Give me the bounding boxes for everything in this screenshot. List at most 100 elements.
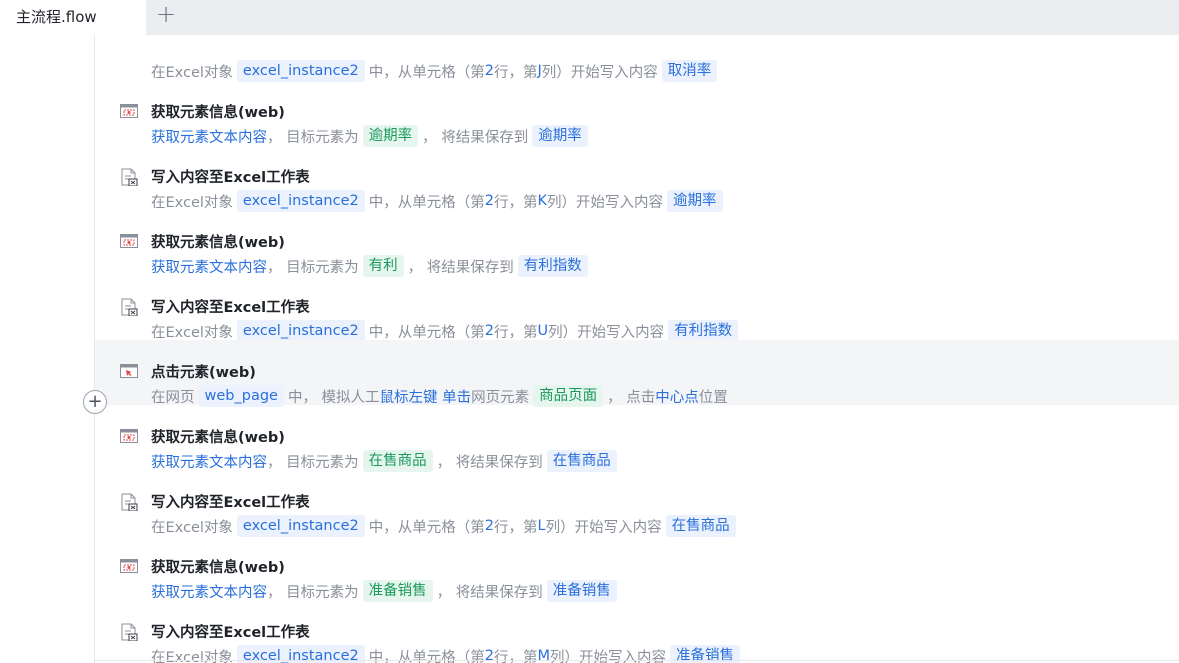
element-chip[interactable]: 在售商品 xyxy=(362,450,433,472)
step-description: 在Excel对象 excel_instance2 中，从单元格（第 2 行，第 J 列）开始… xyxy=(151,60,721,82)
variable-chip[interactable]: 在售商品 xyxy=(546,450,617,472)
flow-step-row[interactable]: 39写入内容至Excel工作表在Excel对象excel_instance2中，… xyxy=(95,145,1179,212)
flow-step-row[interactable]: 46写入内容至Excel工作表在Excel对象excel_instance2中，… xyxy=(95,600,1179,663)
click-action: 鼠标左键 单击 xyxy=(379,389,472,406)
variable-chip[interactable]: 取消率 xyxy=(661,60,718,82)
column-letter: L xyxy=(537,518,546,534)
flow-step-row[interactable]: 43获取元素信息(web)获取元素文本内容， 目标元素为在售商品， 将结果保存到… xyxy=(95,405,1179,472)
desc-text: 列）开始写入内容 xyxy=(547,194,663,211)
element-chip[interactable]: 逾期率 xyxy=(362,125,419,147)
line-number-gutter xyxy=(0,35,95,663)
step-description: 在Excel对象 excel_instance2 中，从单元格（第 2 行，第 K 列）开始… xyxy=(151,190,727,212)
step-title: 写入内容至Excel工作表 xyxy=(151,495,310,511)
element-chip[interactable]: 准备销售 xyxy=(362,580,433,602)
desc-text: ， 将结果保存到 xyxy=(407,259,514,276)
browser-window-icon xyxy=(120,428,138,444)
flow-step-list: 37在Excel对象excel_instance2中，从单元格（第2行，第J列）… xyxy=(95,35,1179,663)
desc-text: 位置 xyxy=(698,389,728,406)
row-number: 2 xyxy=(484,323,494,339)
desc-text: ， 点击 xyxy=(607,389,656,406)
variable-chip[interactable]: 逾期率 xyxy=(532,125,588,147)
row-number: 2 xyxy=(484,63,494,79)
variable-chip[interactable]: 逾期率 xyxy=(667,190,723,212)
desc-text: 行，第 xyxy=(493,194,538,211)
step-title: 获取元素信息(web) xyxy=(151,105,285,121)
action-type: 获取元素文本内容 xyxy=(151,584,267,601)
flow-step-row[interactable]: 42点击元素(web)在网页web_page中， 模拟人工鼠标左键 单击网页元素… xyxy=(95,340,1179,407)
flow-step-row[interactable]: 38获取元素信息(web)获取元素文本内容， 目标元素为逾期率， 将结果保存到逾… xyxy=(95,80,1179,147)
element-chip[interactable]: 有利 xyxy=(362,255,404,277)
step-description: 在网页 web_page 中， 模拟人工 鼠标左键 单击 网页元素 商品页面， 点击 中心点… xyxy=(151,385,728,407)
desc-text: ， 目标元素为 xyxy=(267,584,359,601)
desc-text: ， 将结果保存到 xyxy=(422,129,529,146)
excel-file-icon xyxy=(120,168,138,187)
step-description: 在Excel对象 excel_instance2 中，从单元格（第 2 行，第 U 列）开始… xyxy=(151,320,742,342)
desc-text: 列）开始写入内容 xyxy=(545,519,662,536)
row-number: 2 xyxy=(484,518,494,534)
excel-file-icon xyxy=(120,298,138,317)
desc-text: 中，从单元格（第 xyxy=(368,519,485,536)
tab-main-flow[interactable]: 主流程.flow xyxy=(0,0,146,35)
variable-chip[interactable]: 有利指数 xyxy=(517,255,588,277)
desc-text: ， 目标元素为 xyxy=(267,129,359,146)
desc-text: 行，第 xyxy=(493,64,538,81)
browser-window-icon xyxy=(120,103,138,119)
step-description: 获取元素文本内容， 目标元素为 在售商品， 将结果保存到 在售商品 xyxy=(151,450,621,472)
variable-chip[interactable]: excel_instance2 xyxy=(236,190,365,212)
desc-text: ， 目标元素为 xyxy=(267,259,359,276)
action-type: 获取元素文本内容 xyxy=(151,259,267,276)
variable-chip[interactable]: excel_instance2 xyxy=(236,515,365,537)
step-description: 获取元素文本内容， 目标元素为 逾期率， 将结果保存到 逾期率 xyxy=(151,125,592,147)
column-letter: K xyxy=(537,193,547,209)
step-description: 获取元素文本内容， 目标元素为 准备销售， 将结果保存到 准备销售 xyxy=(151,580,621,602)
variable-chip[interactable]: excel_instance2 xyxy=(236,60,365,82)
flow-step-row[interactable]: 37在Excel对象excel_instance2中，从单元格（第2行，第J列）… xyxy=(95,35,1179,82)
step-description: 在Excel对象 excel_instance2 中，从单元格（第 2 行，第 L 列）开始… xyxy=(151,515,740,537)
desc-text: 在Excel对象 xyxy=(151,194,233,211)
variable-chip[interactable]: 有利指数 xyxy=(668,320,739,342)
flow-step-row[interactable]: 40获取元素信息(web)获取元素文本内容， 目标元素为有利， 将结果保存到有利… xyxy=(95,210,1179,277)
click-browser-icon xyxy=(120,363,138,379)
row-number: 2 xyxy=(484,193,494,209)
step-title: 写入内容至Excel工作表 xyxy=(151,300,310,316)
variable-chip[interactable]: 准备销售 xyxy=(546,580,617,602)
variable-chip[interactable]: excel_instance2 xyxy=(236,320,365,342)
desc-text: 在Excel对象 xyxy=(151,64,233,81)
add-tab-button[interactable]: + xyxy=(154,2,178,27)
action-type: 获取元素文本内容 xyxy=(151,454,267,471)
click-position: 中心点 xyxy=(655,389,699,406)
desc-text: 中，从单元格（第 xyxy=(368,324,485,341)
variable-chip[interactable]: 在售商品 xyxy=(665,515,736,537)
excel-file-icon xyxy=(120,493,138,512)
desc-text: 在网页 xyxy=(151,389,195,406)
flow-step-row[interactable]: 45获取元素信息(web)获取元素文本内容， 目标元素为准备销售， 将结果保存到… xyxy=(95,535,1179,602)
action-type: 获取元素文本内容 xyxy=(151,129,267,146)
flow-step-row[interactable]: 41写入内容至Excel工作表在Excel对象excel_instance2中，… xyxy=(95,275,1179,342)
step-description: 获取元素文本内容， 目标元素为 有利， 将结果保存到 有利指数 xyxy=(151,255,592,277)
desc-text: 中，从单元格（第 xyxy=(368,194,485,211)
desc-text: 行，第 xyxy=(493,519,538,536)
desc-text: ， 目标元素为 xyxy=(267,454,359,471)
bottom-divider xyxy=(95,660,1179,661)
desc-text: ， 将结果保存到 xyxy=(436,584,543,601)
variable-chip[interactable]: web_page xyxy=(198,385,284,407)
desc-text: ， 将结果保存到 xyxy=(436,454,543,471)
browser-window-icon xyxy=(120,558,138,574)
desc-text: 在Excel对象 xyxy=(151,324,233,341)
column-letter: U xyxy=(537,323,549,339)
step-title: 点击元素(web) xyxy=(151,365,256,381)
step-title: 获取元素信息(web) xyxy=(151,235,285,251)
tab-label: 主流程.flow xyxy=(16,8,97,26)
element-chip[interactable]: 商品页面 xyxy=(533,385,604,407)
desc-text: 在Excel对象 xyxy=(151,519,233,536)
desc-text: 列）开始写入内容 xyxy=(541,64,658,81)
desc-text: 网页元素 xyxy=(471,389,530,406)
excel-file-icon xyxy=(120,623,138,642)
step-title: 获取元素信息(web) xyxy=(151,430,285,446)
insert-step-button[interactable]: + xyxy=(83,390,107,414)
browser-window-icon xyxy=(120,233,138,249)
desc-text: 列）开始写入内容 xyxy=(548,324,665,341)
flow-step-row[interactable]: 44写入内容至Excel工作表在Excel对象excel_instance2中，… xyxy=(95,470,1179,537)
desc-text: 中， 模拟人工 xyxy=(287,389,380,406)
step-title: 获取元素信息(web) xyxy=(151,560,285,576)
